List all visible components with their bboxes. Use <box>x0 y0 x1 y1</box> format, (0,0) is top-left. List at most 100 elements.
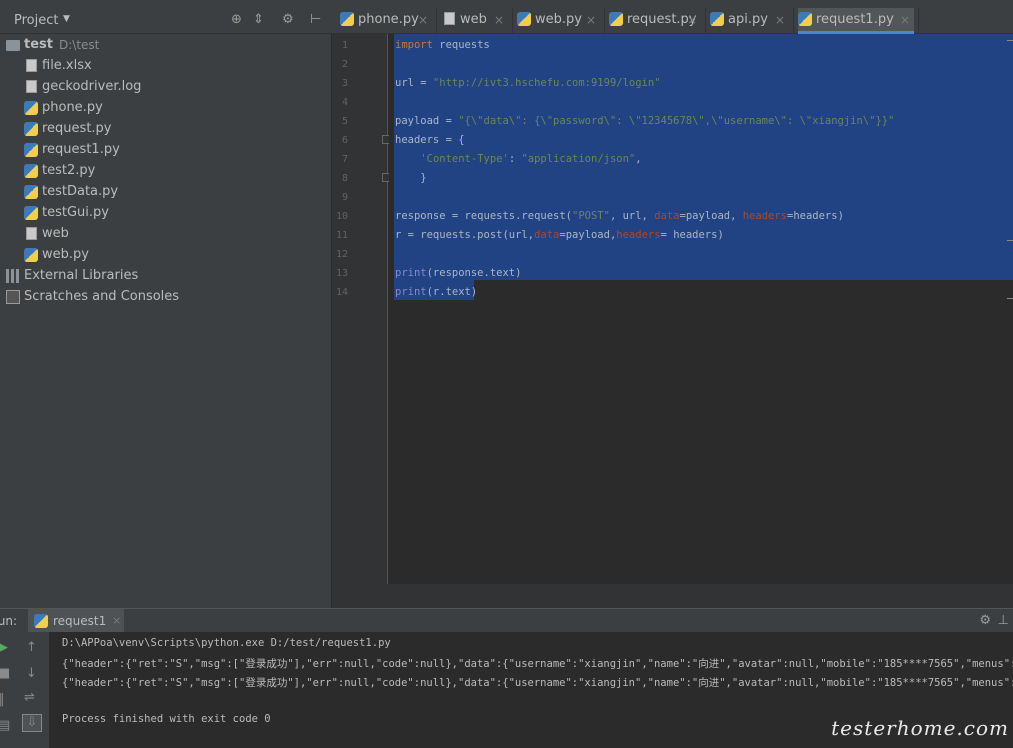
code-token: print <box>395 286 427 298</box>
code-token: (r.text) <box>426 286 478 298</box>
tree-item-label: test2.py <box>42 163 96 178</box>
editor-tab-bar: phone.py × web × web.py × request.py × api.py × re… <box>332 0 1013 34</box>
close-icon[interactable]: × <box>112 614 121 627</box>
tree-item-label: request.py <box>42 121 112 136</box>
scroll-to-end-icon[interactable]: ⇩ <box>22 714 42 732</box>
code-token: data <box>654 210 680 222</box>
stop-icon[interactable]: ■ <box>0 666 10 681</box>
tree-item-label: file.xlsx <box>42 58 92 73</box>
tree-root-test[interactable]: test D:\test <box>6 35 306 56</box>
run-panel-header: Run: request1 × ⚙ ⊥ <box>0 608 1013 633</box>
hide-panel-icon[interactable]: ⊥ <box>998 613 1009 628</box>
python-file-icon <box>340 12 354 26</box>
python-file-icon <box>24 101 38 115</box>
code-token: "application/json" <box>521 153 636 165</box>
scratches-icon <box>6 290 20 304</box>
close-icon[interactable]: × <box>687 13 697 27</box>
line-number: 11 <box>335 230 348 241</box>
tab-separator <box>705 8 706 34</box>
run-toolbar: ▶ ↑ ■ ↓ ‖ ⇌ ▤ ⇩ <box>0 632 50 748</box>
tree-item-file[interactable]: request.py <box>24 119 304 140</box>
tab-separator <box>512 8 513 34</box>
ide-window: Project ▼ ⊕ ⇕ ⚙ ⊢ test D:\test file.xlsx… <box>0 0 1013 748</box>
editor-tab[interactable]: api.py × <box>710 8 789 34</box>
rerun-icon[interactable]: ▶ <box>0 640 8 655</box>
project-panel-header: Project ▼ ⊕ ⇕ ⚙ ⊢ <box>0 0 332 34</box>
tree-item-file[interactable]: testData.py <box>24 182 304 203</box>
pause-icon[interactable]: ‖ <box>0 692 5 707</box>
tree-item-file[interactable]: web.py <box>24 245 304 266</box>
code-token: payload = <box>395 115 459 127</box>
line-number: 9 <box>341 192 348 203</box>
tree-item-external-libraries[interactable]: External Libraries <box>6 266 306 287</box>
tree-item-file[interactable]: test2.py <box>24 161 304 182</box>
code-line: print(r.text) <box>395 286 477 298</box>
code-line: r = requests.post(url,data=payload,heade… <box>395 229 724 241</box>
code-token: import <box>395 39 433 51</box>
editor-tab[interactable]: web × <box>442 8 508 34</box>
scroll-marker <box>1007 298 1013 299</box>
tree-item-file[interactable]: phone.py <box>24 98 304 119</box>
chevron-down-icon[interactable]: ▼ <box>63 14 70 24</box>
project-tree: test D:\test file.xlsx geckodriver.log pho… <box>0 34 332 608</box>
soft-wrap-icon[interactable]: ⇌ <box>24 690 35 705</box>
tree-item-label: web <box>42 226 69 241</box>
library-icon <box>6 269 20 283</box>
tab-label: request1.py <box>816 12 894 27</box>
code-editor[interactable]: import requests url = "http://ivt3.hschef… <box>389 34 1013 584</box>
line-number: 1 <box>341 40 348 51</box>
code-token: =headers) <box>787 210 844 222</box>
tree-item-label: External Libraries <box>24 268 139 283</box>
up-arrow-icon[interactable]: ↑ <box>26 640 37 655</box>
tree-item-file[interactable]: request1.py <box>24 140 304 161</box>
gear-icon[interactable]: ⚙ <box>282 12 294 27</box>
run-tab[interactable]: request1 × <box>28 609 124 633</box>
code-token: : <box>508 153 522 165</box>
project-panel-title[interactable]: Project <box>14 13 58 28</box>
editor-tab[interactable]: web.py × <box>517 8 600 34</box>
console-line: D:\APPoa\venv\Scripts\python.exe D:/test… <box>62 637 391 649</box>
editor-tab[interactable]: request.py × <box>609 8 701 34</box>
hide-panel-icon[interactable]: ⊢ <box>310 12 321 27</box>
line-number: 3 <box>341 78 348 89</box>
python-file-icon <box>710 12 724 26</box>
python-file-icon <box>24 185 38 199</box>
close-icon[interactable]: × <box>586 13 596 27</box>
tree-item-label: Scratches and Consoles <box>24 289 180 304</box>
close-icon[interactable]: × <box>494 13 504 27</box>
editor-tab[interactable]: phone.py × <box>340 8 432 34</box>
close-icon[interactable]: × <box>775 13 785 27</box>
locate-icon[interactable]: ⊕ <box>231 12 242 27</box>
tree-item-file[interactable]: geckodriver.log <box>24 77 304 98</box>
gear-icon[interactable]: ⚙ <box>979 613 991 628</box>
down-arrow-icon[interactable]: ↓ <box>26 666 37 681</box>
tree-item-file[interactable]: testGui.py <box>24 203 304 224</box>
close-icon[interactable]: × <box>418 13 428 27</box>
tree-item-file[interactable]: web <box>24 224 304 245</box>
tab-separator <box>793 8 794 34</box>
tree-item-label: testData.py <box>42 184 119 199</box>
python-file-icon <box>24 122 38 136</box>
tab-label: phone.py <box>358 12 419 27</box>
code-token: headers <box>616 229 661 241</box>
dump-icon[interactable]: ▤ <box>0 718 10 733</box>
tab-separator <box>604 8 605 34</box>
line-number: 10 <box>335 211 348 222</box>
code-line: print(response.text) <box>395 267 521 279</box>
code-token: = headers) <box>660 229 724 241</box>
collapse-all-icon[interactable]: ⇕ <box>253 12 264 27</box>
editor-tab[interactable]: request1.py × <box>798 8 914 34</box>
console-line: {"header":{"ret":"S","msg":["登录成功"],"err… <box>62 658 1013 670</box>
line-number: 12 <box>335 249 348 260</box>
python-file-icon <box>24 248 38 262</box>
tab-label: web.py <box>535 12 582 27</box>
scroll-marker <box>1007 40 1013 41</box>
tab-label: web <box>460 12 487 27</box>
tree-item-file[interactable]: file.xlsx <box>24 56 304 77</box>
close-icon[interactable]: × <box>900 13 910 27</box>
console-line: Process finished with exit code 0 <box>62 713 271 725</box>
code-token: , url, <box>609 210 655 222</box>
code-token: "{\"data\": {\"password\": \"12345678\",… <box>458 115 895 127</box>
tree-item-scratches[interactable]: Scratches and Consoles <box>6 287 306 308</box>
line-number: 2 <box>341 59 348 70</box>
